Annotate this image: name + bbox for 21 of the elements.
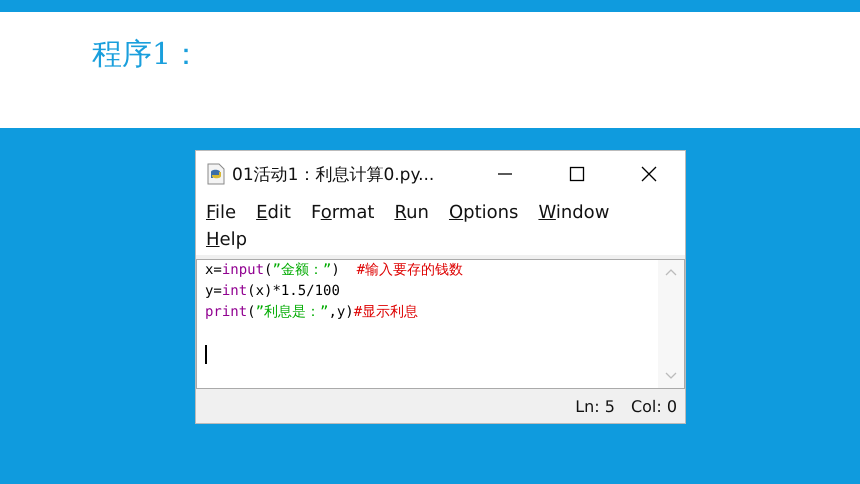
menu-item[interactable]: Options — [444, 199, 530, 226]
code-line: x=input(”金额：”) #输入要存的钱数 — [205, 261, 464, 280]
minimize-icon — [498, 173, 512, 175]
code-line: print(”利息是：”,y)#显示利息 — [205, 303, 418, 322]
python-file-icon — [206, 163, 226, 185]
menu-item[interactable]: Format — [306, 199, 386, 226]
column-number: Col: 0 — [630, 396, 677, 416]
line-number: Ln: 5 — [575, 396, 615, 416]
maximize-icon — [569, 166, 585, 182]
slide-heading: 程序1： — [92, 36, 202, 74]
close-icon — [641, 166, 657, 182]
scroll-up-icon[interactable] — [665, 268, 677, 276]
menu-item[interactable]: Window — [534, 199, 622, 226]
scroll-down-icon[interactable] — [665, 372, 677, 380]
menu-item[interactable]: Run — [390, 199, 441, 226]
menu-item[interactable]: File — [202, 199, 248, 226]
code-line: y=int(x)*1.5/100 — [205, 282, 340, 301]
window-title: 01活动1：利息计算0.py... — [232, 164, 434, 186]
text-cursor — [205, 345, 207, 364]
menu-item[interactable]: Edit — [252, 199, 303, 226]
menu-item[interactable]: Help — [202, 226, 260, 253]
